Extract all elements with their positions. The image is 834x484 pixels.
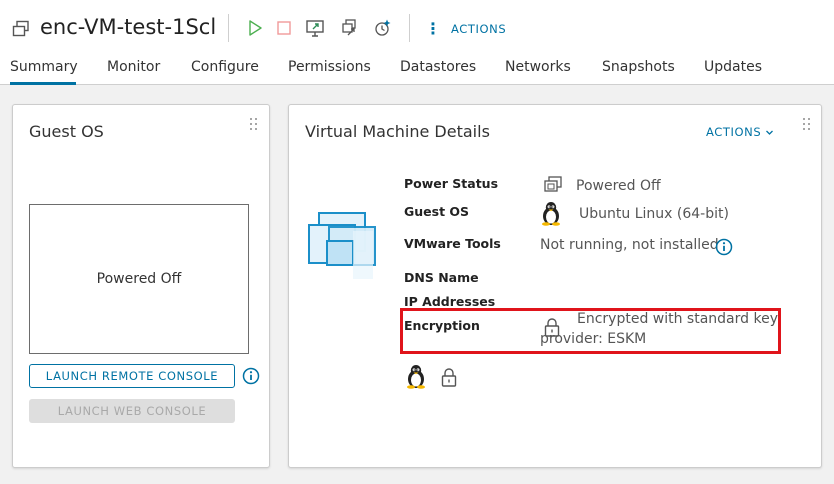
card-title: Guest OS	[29, 122, 104, 141]
guest-os-label: Guest OS	[404, 204, 470, 219]
tab-monitor[interactable]: Monitor	[107, 59, 160, 75]
vertical-ellipsis-icon: ⋮	[425, 19, 441, 38]
snapshot-icon[interactable]	[373, 18, 393, 38]
info-icon[interactable]	[715, 238, 733, 256]
guest-os-value: Ubuntu Linux (64-bit)	[579, 206, 729, 222]
lock-icon	[441, 368, 457, 387]
tab-networks[interactable]: Networks	[505, 59, 571, 75]
drag-handle-icon[interactable]	[803, 118, 811, 132]
vm-name-title: enc-VM-test-1Scl	[40, 15, 217, 39]
vmware-tools-value: Not running, not installed	[540, 237, 719, 253]
power-off-icon[interactable]	[274, 18, 294, 38]
guest-os-card: Guest OS Powered Off LAUNCH REMOTE CONSO…	[12, 104, 270, 468]
tab-snapshots[interactable]: Snapshots	[602, 59, 675, 75]
dns-name-label: DNS Name	[404, 270, 479, 285]
launch-web-console-button[interactable]: LAUNCH WEB CONSOLE	[29, 399, 235, 423]
toolbar-divider	[228, 14, 229, 42]
power-status-value: Powered Off	[576, 178, 661, 194]
active-tab-indicator	[10, 82, 76, 85]
vm-details-actions-button[interactable]: ACTIONS	[706, 125, 774, 139]
vm-illustration-icon	[308, 212, 376, 279]
vm-icon	[12, 20, 29, 37]
chevron-down-icon	[766, 130, 774, 135]
ip-addresses-label: IP Addresses	[404, 294, 496, 309]
tab-updates[interactable]: Updates	[704, 59, 762, 75]
tab-summary[interactable]: Summary	[10, 59, 78, 75]
launch-remote-console-button[interactable]: LAUNCH REMOTE CONSOLE	[29, 364, 235, 388]
vm-details-card: Virtual Machine Details ACTIONS Power St…	[288, 104, 822, 468]
tab-permissions[interactable]: Permissions	[288, 59, 371, 75]
vmware-tools-label: VMware Tools	[404, 236, 501, 251]
console-status-text: Powered Off	[96, 271, 182, 287]
encryption-value-line1: Encrypted with standard key	[577, 311, 778, 327]
tab-datastores[interactable]: Datastores	[400, 59, 476, 75]
tab-bar: Summary Monitor Configure Permissions Da…	[0, 57, 834, 85]
tab-configure[interactable]: Configure	[191, 59, 259, 75]
actions-label: ACTIONS	[451, 22, 507, 36]
encryption-label: Encryption	[404, 318, 480, 333]
drag-handle-icon[interactable]	[250, 118, 258, 132]
card-title: Virtual Machine Details	[305, 122, 490, 141]
launch-console-icon[interactable]	[305, 18, 325, 38]
actions-menu-button[interactable]: ⋮ ACTIONS	[425, 18, 506, 40]
encryption-value-line2: provider: ESKM	[540, 331, 647, 347]
info-icon[interactable]	[242, 367, 260, 385]
console-preview[interactable]: Powered Off	[29, 204, 249, 354]
migrate-icon[interactable]	[340, 18, 360, 38]
linux-tux-icon	[542, 202, 560, 226]
actions-label: ACTIONS	[706, 125, 762, 139]
vm-header: enc-VM-test-1Scl ⋮ ACTIONS Summary Monit…	[0, 0, 834, 85]
toolbar-divider	[409, 14, 410, 42]
powered-off-vm-icon	[544, 176, 562, 192]
linux-tux-icon	[407, 365, 425, 389]
power-status-label: Power Status	[404, 176, 499, 191]
power-on-icon[interactable]	[245, 18, 265, 38]
